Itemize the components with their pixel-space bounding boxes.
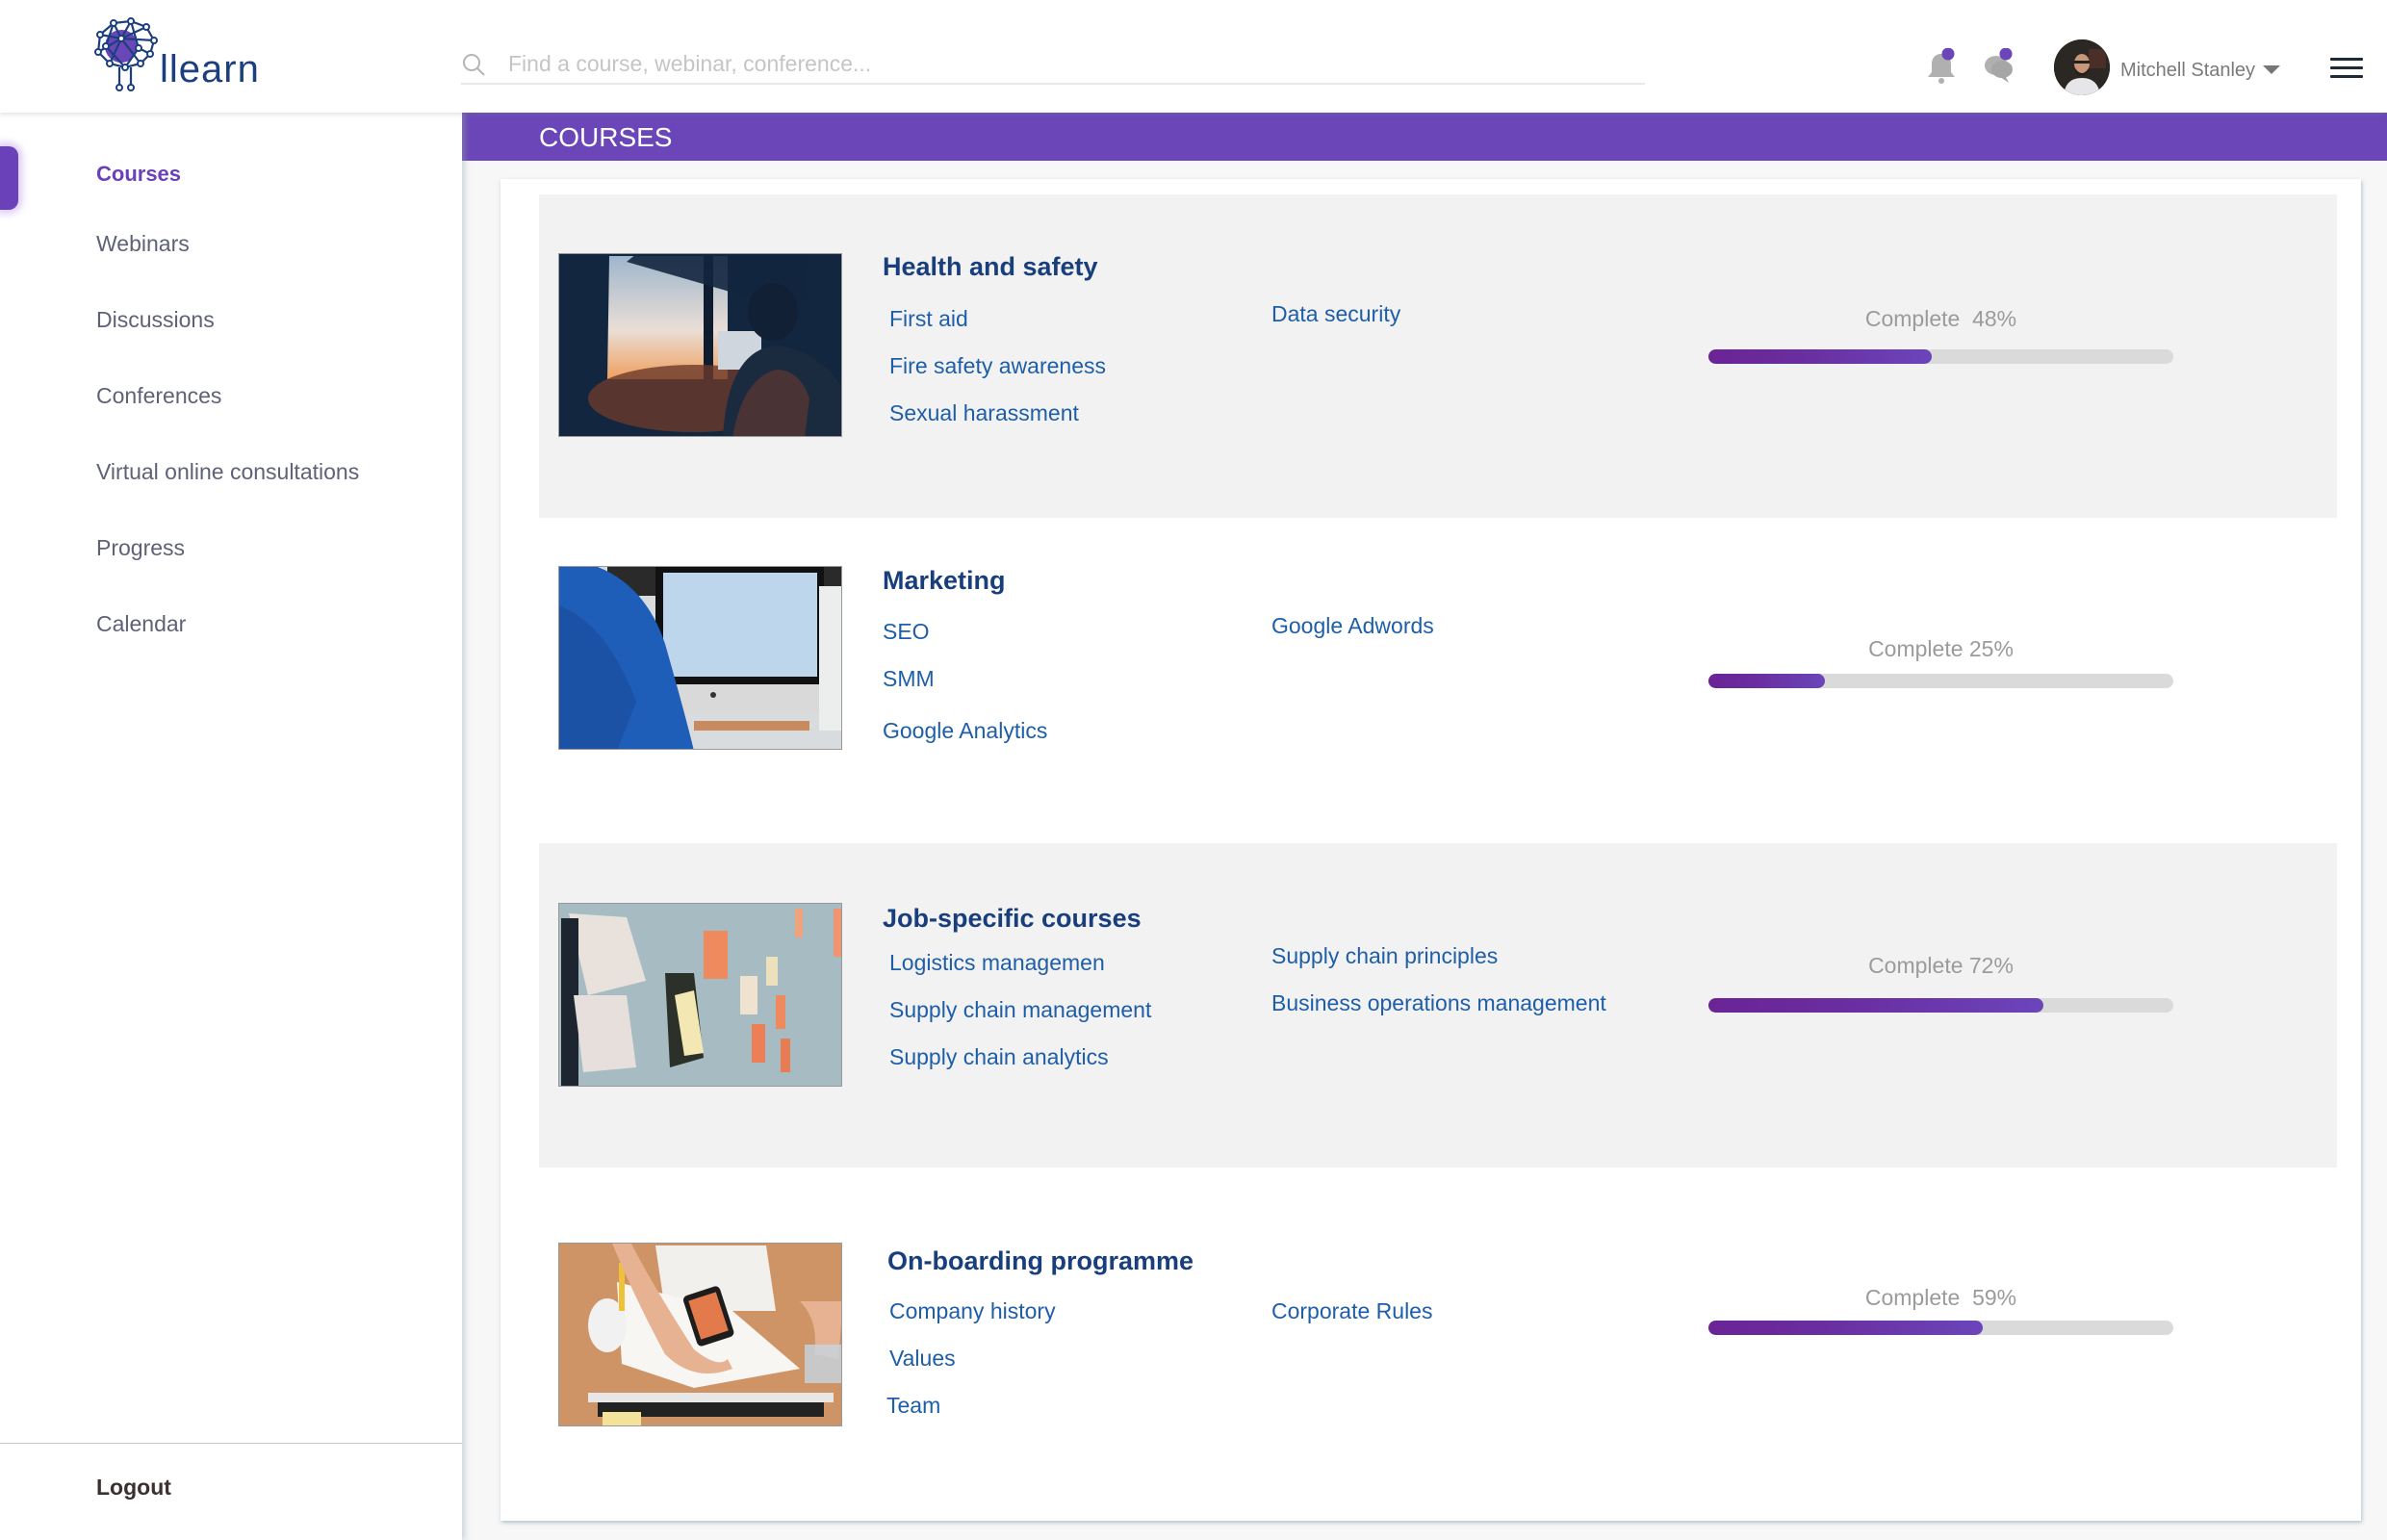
avatar[interactable] (2054, 39, 2110, 95)
course-title[interactable]: Job-specific courses (883, 902, 1142, 935)
progress-label: Complete 25% (1868, 636, 2014, 661)
course-topic-link[interactable]: Sexual harassment (889, 399, 1079, 426)
course-topic-link[interactable]: Supply chain principles (1271, 942, 1498, 969)
page-title: COURSES (539, 122, 673, 152)
progress-bar-fill (1708, 998, 2043, 1013)
sidebar-item-progress[interactable]: Progress (96, 534, 185, 561)
course-row: Job-specific courses Logistics managemen… (539, 843, 2337, 1168)
person-at-imac-photo (559, 567, 841, 749)
search-input[interactable] (508, 46, 1625, 81)
course-title[interactable]: On-boarding programme (887, 1245, 1194, 1277)
course-thumbnail[interactable] (558, 903, 842, 1087)
course-topic-link[interactable]: SEO (883, 618, 930, 645)
active-nav-indicator (0, 146, 18, 210)
search-icon (463, 54, 485, 76)
progress-bar (1708, 1321, 2173, 1335)
course-topic-link[interactable]: Company history (889, 1297, 1056, 1324)
progress-label: Complete 48% (1864, 306, 2017, 331)
course-topic-link[interactable]: Google Analytics (883, 717, 1047, 744)
progress-bar (1708, 998, 2173, 1013)
course-topic-link[interactable]: Supply chain analytics (889, 1043, 1109, 1070)
sidebar-item-discussions[interactable]: Discussions (96, 306, 215, 333)
course-row: Marketing SEO SMM Google Analytics Googl… (539, 518, 2337, 843)
course-topic-link[interactable]: Supply chain management (889, 996, 1151, 1023)
course-topic-link[interactable]: Logistics managemen (889, 949, 1105, 976)
user-avatar-photo (2054, 39, 2110, 95)
courses-card: Health and safety First aid Fire safety … (500, 179, 2361, 1521)
section-banner: COURSES (462, 113, 2387, 161)
person-at-window-sunset-photo (559, 254, 841, 436)
progress-bar-fill (1708, 349, 1932, 364)
course-thumbnail[interactable] (558, 566, 842, 750)
top-header: llearn Mitchell St (0, 0, 2387, 113)
progress-bar-fill (1708, 1321, 1983, 1335)
unread-dot (1999, 47, 2013, 61)
user-name[interactable]: Mitchell Stanley (2120, 59, 2255, 82)
sidebar-item-conferences[interactable]: Conferences (96, 382, 221, 409)
sidebar-item-virtual-consultations[interactable]: Virtual online consultations (96, 458, 359, 485)
desk-with-phone-and-papers-photo (559, 1244, 841, 1425)
course-topic-link[interactable]: SMM (883, 665, 935, 692)
course-topic-link[interactable]: Team (886, 1392, 940, 1419)
sticky-notes-wall-photo (559, 904, 841, 1086)
progress-label: Complete 72% (1868, 953, 2014, 978)
brain-network-icon (94, 17, 158, 91)
sidebar-item-calendar[interactable]: Calendar (96, 610, 186, 637)
course-topic-link[interactable]: Google Adwords (1271, 612, 1434, 639)
notifications-button[interactable] (1922, 47, 1961, 87)
course-row: Health and safety First aid Fire safety … (539, 194, 2337, 518)
progress-bar (1708, 674, 2173, 688)
chat-icon (1985, 47, 2013, 83)
course-topic-link[interactable]: Business operations management (1271, 989, 1606, 1016)
course-topic-link[interactable]: Data security (1271, 300, 1400, 327)
course-topic-link[interactable]: First aid (889, 305, 968, 332)
hamburger-menu-icon[interactable] (2330, 58, 2363, 79)
course-title[interactable]: Marketing (883, 564, 1006, 597)
sidebar-item-webinars[interactable]: Webinars (96, 230, 190, 257)
caret-down-icon[interactable] (2263, 65, 2280, 74)
sidebar-divider (0, 1443, 462, 1444)
logo-text: llearn (160, 48, 260, 90)
sidebar-item-courses[interactable]: Courses (96, 161, 181, 188)
course-title[interactable]: Health and safety (883, 250, 1098, 283)
progress-bar-fill (1708, 674, 1825, 688)
course-topic-link[interactable]: Fire safety awareness (889, 352, 1106, 379)
bell-icon (1928, 47, 1955, 84)
search-bar (461, 46, 1645, 85)
course-thumbnail[interactable] (558, 1243, 842, 1426)
progress-bar (1708, 349, 2173, 364)
course-topic-link[interactable]: Corporate Rules (1271, 1297, 1432, 1324)
course-thumbnail[interactable] (558, 253, 842, 437)
progress-label: Complete 59% (1864, 1285, 2017, 1310)
course-row: On-boarding programme Company history Va… (539, 1168, 2337, 1500)
logout-button[interactable]: Logout (96, 1474, 171, 1501)
app-logo[interactable]: llearn (92, 13, 275, 92)
sidebar: Courses Webinars Discussions Conferences… (0, 113, 462, 1540)
messages-button[interactable] (1980, 47, 2018, 87)
course-topic-link[interactable]: Values (889, 1345, 956, 1372)
unread-dot (1941, 47, 1955, 61)
